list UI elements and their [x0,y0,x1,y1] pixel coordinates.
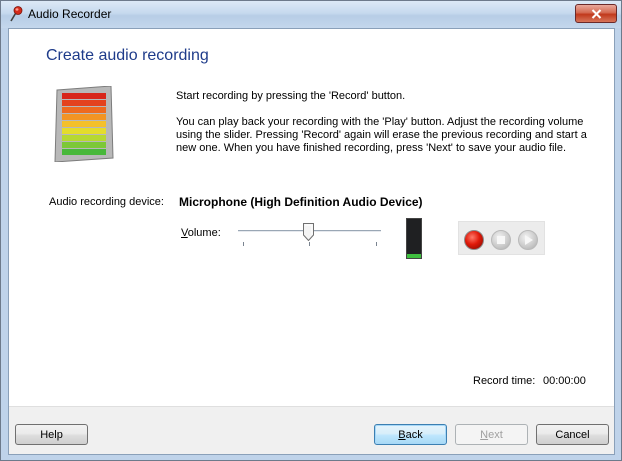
next-label: ext [488,428,503,441]
record-time-label: Record time: [473,375,536,387]
title-bar[interactable]: Audio Recorder [1,1,621,28]
instruction-line-1: Start recording by pressing the 'Record'… [176,90,406,102]
back-button[interactable]: Back [374,424,447,445]
stop-button[interactable] [491,230,511,250]
input-level-meter [406,218,422,259]
slider-tick [376,242,377,246]
back-accel: B [398,428,406,441]
slider-thumb[interactable] [303,223,314,241]
transport-controls [458,221,545,255]
device-value: Microphone (High Definition Audio Device… [179,195,423,209]
cancel-button[interactable]: Cancel [536,424,609,445]
input-level-fill [407,254,421,258]
volume-label-rest: olume: [187,227,221,239]
help-button[interactable]: Help [15,424,88,445]
instruction-line-2: You can play back your recording with th… [176,116,587,154]
next-accel: N [480,428,489,441]
page-title: Create audio recording [46,47,209,64]
level-meter-icon [54,86,114,162]
next-button[interactable]: Next [455,424,528,445]
window-title: Audio Recorder [28,7,112,21]
play-button[interactable] [518,230,538,250]
device-label: Audio recording device: [49,196,164,208]
slider-tick [243,242,244,246]
instructions: Start recording by pressing the 'Record'… [176,90,596,168]
button-bar: Help Back Next Cancel [9,406,614,454]
volume-label: Volume: [181,227,221,239]
volume-slider[interactable] [237,222,383,250]
slider-tick [309,242,310,246]
record-time-value: 00:00:00 [543,375,586,387]
close-icon [591,8,601,19]
microphone-icon [10,6,23,22]
close-button[interactable] [575,4,617,23]
record-button[interactable] [464,230,484,250]
dialog-content: Create audio recording Start recording b… [8,28,615,455]
stop-icon [497,236,505,244]
audio-recorder-window: Audio Recorder Create audio recording St… [0,0,622,461]
play-icon [524,235,533,245]
volume-label-accel: V [181,227,188,239]
back-label: ack [405,428,423,441]
